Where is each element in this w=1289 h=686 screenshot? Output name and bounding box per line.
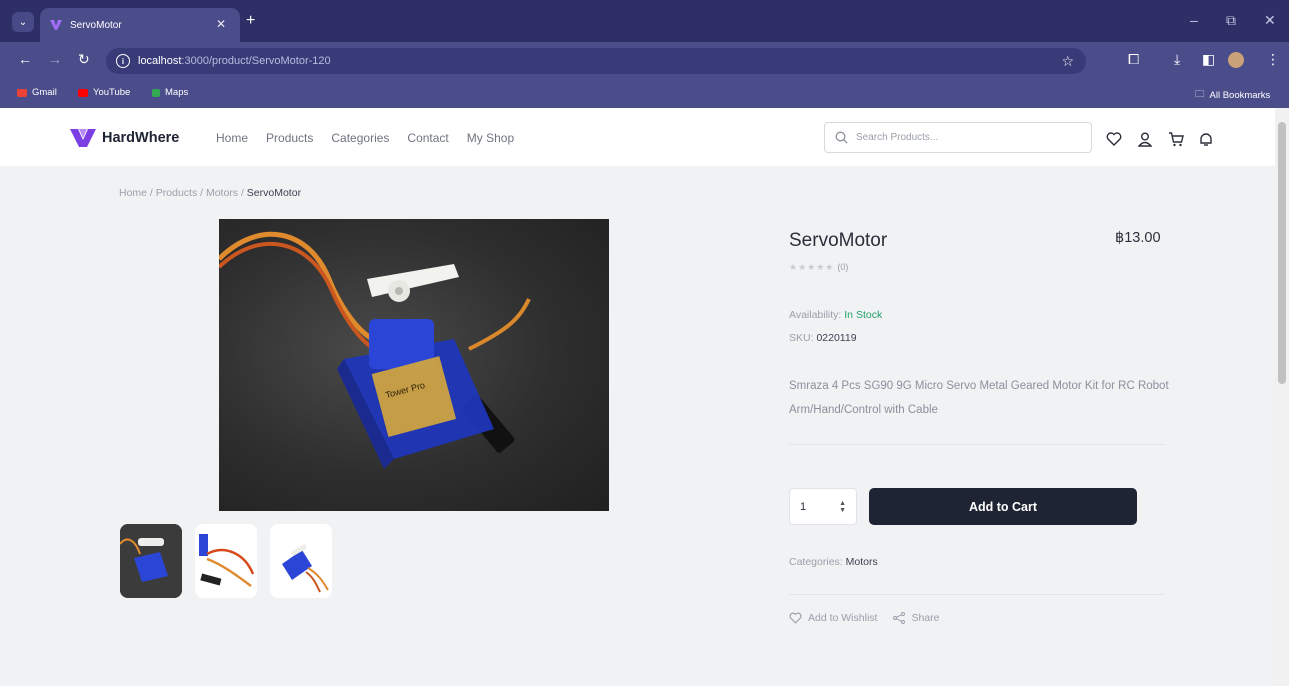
site-header: HardWhere Home Products Categories Conta… — [0, 108, 1275, 166]
rating-count: (0) — [837, 262, 849, 272]
product-page: Home / Products / Motors / ServoMotor To… — [0, 166, 1275, 686]
quantity-stepper[interactable]: 1 ▲ ▼ — [789, 488, 857, 525]
availability-label: Availability: — [789, 309, 842, 321]
bookmark-label: Maps — [165, 87, 189, 98]
thumbnail-3[interactable] — [270, 524, 332, 598]
bookmark-label: Gmail — [32, 87, 57, 98]
cart-icon[interactable] — [1168, 132, 1184, 147]
page-scrollbar[interactable] — [1275, 108, 1289, 686]
thumbnail-image — [120, 524, 182, 598]
thumbnail-image — [270, 524, 332, 598]
folder-icon: 🗀 — [1195, 89, 1205, 100]
address-bar[interactable]: i localhost:3000/product/ServoMotor-120 … — [106, 48, 1086, 74]
thumbnail-1[interactable] — [120, 524, 182, 598]
sku: SKU: 0220119 — [789, 332, 857, 344]
all-bookmarks-button[interactable]: 🗀 All Bookmarks — [1195, 87, 1270, 103]
nav-my-shop[interactable]: My Shop — [467, 131, 514, 145]
divider — [789, 444, 1165, 445]
search-placeholder: Search Products... — [856, 132, 939, 143]
main-nav: Home Products Categories Contact My Shop — [216, 131, 514, 145]
bookmarks-bar: Gmail YouTube Maps 🗀 All Bookmarks — [0, 78, 1289, 108]
add-to-cart-button[interactable]: Add to Cart — [869, 488, 1137, 525]
product-description: Smraza 4 Pcs SG90 9G Micro Servo Metal G… — [789, 380, 1169, 416]
bookmark-label: YouTube — [93, 87, 131, 98]
profile-avatar[interactable] — [1228, 52, 1244, 68]
share-link[interactable]: Share — [911, 612, 939, 624]
quantity-value: 1 — [800, 500, 807, 513]
product-actions: Add to Wishlist Share — [789, 612, 939, 624]
add-to-wishlist-link[interactable]: Add to Wishlist — [808, 612, 877, 624]
all-bookmarks-label: All Bookmarks — [1209, 89, 1271, 101]
side-panel-icon[interactable]: ◧ — [1202, 51, 1215, 68]
logo-text: HardWhere — [102, 130, 180, 146]
product-price: ฿13.00 — [1115, 230, 1161, 246]
product-categories: Categories: Motors — [789, 556, 878, 568]
heart-icon[interactable] — [789, 612, 802, 624]
scrollbar-thumb[interactable] — [1278, 122, 1286, 384]
rating-stars-icon: ★★★★★ — [789, 262, 835, 272]
gmail-icon — [17, 88, 27, 97]
url-host: localhost — [138, 55, 182, 67]
browser-tab-bar: ⌄ ServoMotor ✕ + – ⧉ ✕ — [0, 0, 1289, 42]
download-icon[interactable]: ⤓ — [1174, 51, 1180, 68]
availability: Availability: In Stock — [789, 309, 882, 321]
bookmark-maps[interactable]: Maps — [152, 87, 188, 98]
logo-icon — [70, 129, 96, 147]
minimize-icon[interactable]: – — [1190, 12, 1198, 28]
back-icon[interactable]: ← — [18, 51, 32, 67]
nav-categories[interactable]: Categories — [331, 131, 389, 145]
heart-icon[interactable] — [1106, 132, 1122, 146]
browser-tab[interactable]: ServoMotor ✕ — [40, 8, 240, 42]
restore-icon[interactable]: ⧉ — [1226, 12, 1236, 29]
browser-menu-icon[interactable]: ⋮ — [1266, 51, 1280, 68]
nav-home[interactable]: Home — [216, 131, 248, 145]
tab-search-button[interactable]: ⌄ — [12, 12, 34, 32]
breadcrumb: Home / Products / Motors / ServoMotor — [119, 187, 301, 199]
sku-label: SKU: — [789, 332, 814, 344]
window-close-icon[interactable]: ✕ — [1264, 12, 1276, 29]
nav-products[interactable]: Products — [266, 131, 313, 145]
close-tab-icon[interactable]: ✕ — [216, 17, 226, 31]
thumbnail-2[interactable] — [195, 524, 257, 598]
site-logo[interactable]: HardWhere — [70, 129, 179, 147]
tab-title: ServoMotor — [70, 19, 122, 31]
availability-value: In Stock — [844, 309, 883, 321]
share-icon[interactable] — [893, 612, 906, 624]
search-input[interactable]: Search Products... — [824, 122, 1092, 153]
product-title: ServoMotor — [789, 230, 888, 251]
categories-label: Categories: — [789, 556, 843, 568]
new-tab-button[interactable]: + — [246, 12, 255, 30]
bell-icon[interactable] — [1199, 132, 1213, 147]
servo-motor-image: Tower Pro — [219, 231, 531, 469]
bookmark-gmail[interactable]: Gmail — [17, 87, 57, 98]
bookmark-star-icon[interactable]: ☆ — [1061, 53, 1074, 70]
sku-value: 0220119 — [816, 332, 857, 344]
maps-icon — [152, 88, 160, 97]
product-main-image[interactable]: Tower Pro — [219, 219, 609, 511]
search-icon — [835, 131, 848, 144]
browser-toolbar: ← → ↻ i localhost:3000/product/ServoMoto… — [0, 42, 1289, 78]
divider — [789, 594, 1165, 595]
nav-contact[interactable]: Contact — [407, 131, 448, 145]
bookmark-youtube[interactable]: YouTube — [78, 87, 130, 98]
reload-icon[interactable]: ↻ — [78, 51, 90, 68]
user-icon[interactable] — [1138, 132, 1152, 147]
stepper-arrows-icon[interactable]: ▲ ▼ — [839, 500, 846, 514]
youtube-icon — [78, 88, 88, 97]
extensions-icon[interactable]: ⧠ — [1128, 51, 1139, 68]
categories-value[interactable]: Motors — [846, 556, 878, 568]
thumbnail-image — [195, 524, 257, 598]
breadcrumb-trail[interactable]: Home / Products / Motors / — [119, 187, 247, 199]
breadcrumb-current: ServoMotor — [246, 187, 302, 199]
site-info-icon[interactable]: i — [116, 54, 130, 68]
site-favicon-icon — [50, 20, 62, 30]
forward-icon[interactable]: → — [48, 51, 62, 67]
product-rating: ★★★★★ (0) — [789, 262, 848, 273]
url-path: :3000/product/ServoMotor-120 — [181, 55, 331, 67]
